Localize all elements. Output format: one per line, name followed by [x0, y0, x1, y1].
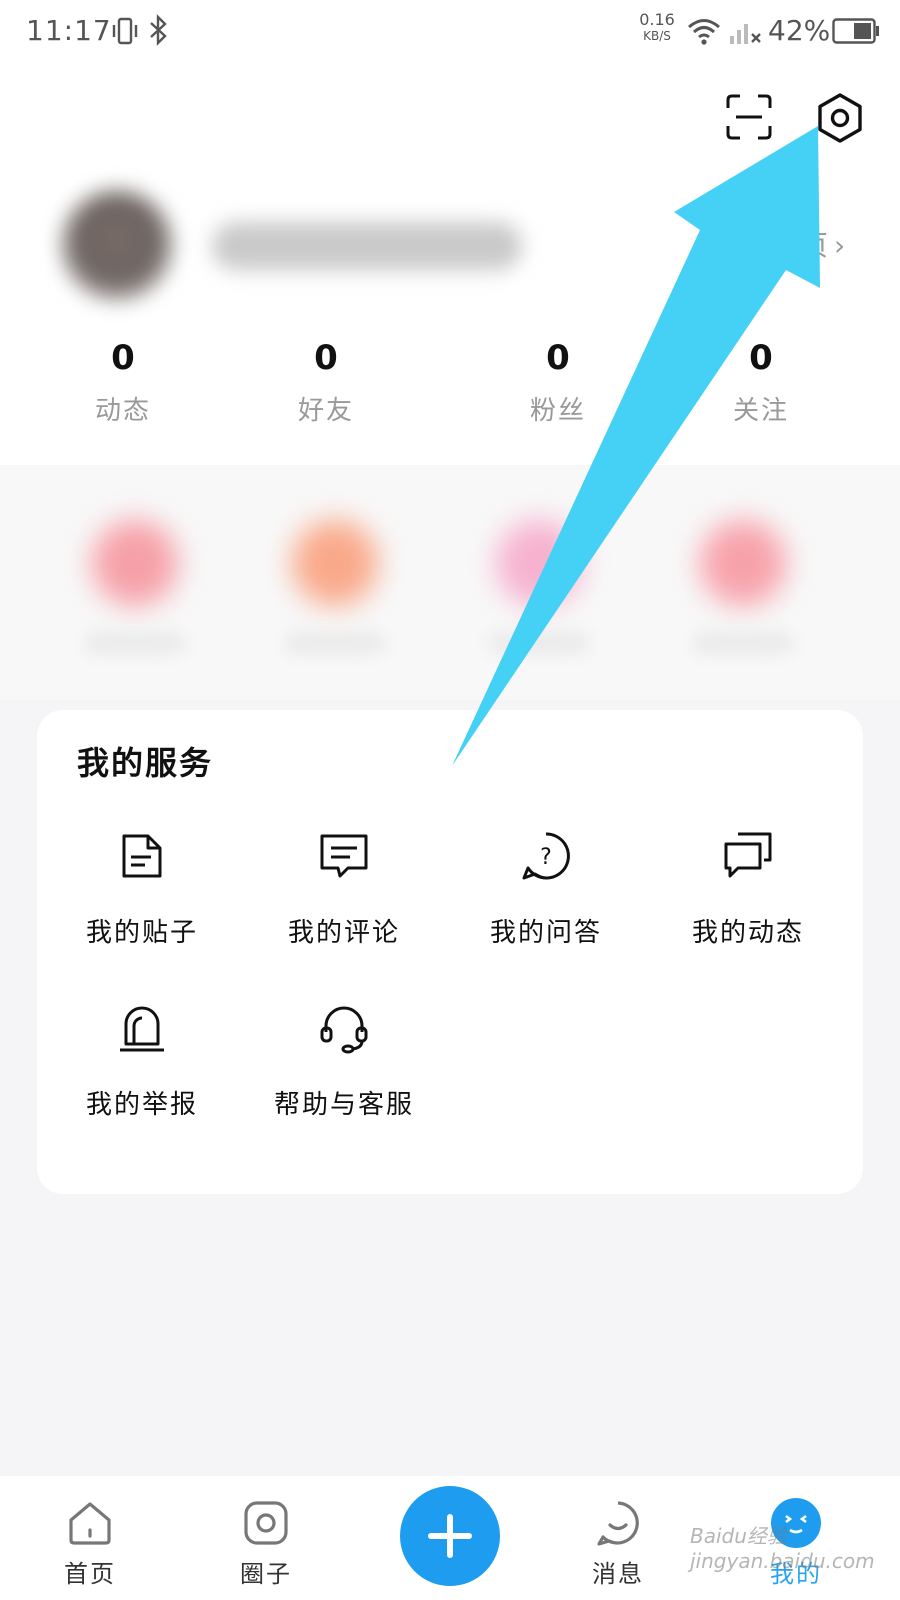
shortcut-label-blurred [85, 633, 185, 653]
my-services-card: 我的服务 我的贴子 我的评论 ? 我的问答 我的动态 我的举报 帮助与客服 [37, 710, 863, 1194]
stat-fans[interactable]: 0 粉丝 [488, 338, 628, 427]
service-label: 帮助与客服 [273, 1090, 414, 1120]
headset-icon [320, 1006, 368, 1054]
document-icon [122, 834, 162, 878]
message-icon [597, 1501, 639, 1546]
shortcut-label-blurred [285, 633, 385, 653]
service-label: 我的评论 [287, 918, 400, 948]
home-icon [69, 1502, 111, 1545]
homepage-link[interactable]: 页 › [800, 224, 845, 264]
stat-label: 关注 [732, 396, 789, 426]
alarm-report-icon [120, 1006, 164, 1052]
nav-circle[interactable]: 圈子 [216, 1498, 316, 1589]
shortcut-label-blurred [489, 633, 589, 653]
shortcut-label-blurred [693, 633, 793, 653]
shortcut-icon[interactable] [700, 520, 786, 606]
stat-label: 好友 [297, 396, 354, 426]
service-my-posts[interactable]: 我的贴子 [47, 830, 237, 949]
shortcut-icon[interactable] [496, 520, 582, 606]
settings-button[interactable] [812, 90, 868, 146]
chat-bubbles-icon [724, 832, 772, 878]
stat-value: 0 [546, 338, 570, 378]
nav-home[interactable]: 首页 [40, 1498, 140, 1589]
service-label: 我的问答 [489, 918, 602, 948]
svg-text:?: ? [540, 845, 552, 870]
service-my-comments[interactable]: 我的评论 [249, 830, 439, 949]
services-title: 我的服务 [77, 744, 214, 782]
service-label: 我的贴子 [85, 918, 198, 948]
nav-label: 首页 [64, 1560, 116, 1588]
stat-label: 粉丝 [529, 396, 586, 426]
shortcut-icon[interactable] [92, 520, 178, 606]
plus-icon [428, 1514, 472, 1558]
username-blurred [212, 222, 522, 270]
circle-icon [244, 1501, 288, 1545]
battery-icon [832, 18, 879, 44]
bluetooth-icon [150, 14, 167, 46]
watermark: Baidu经验 jingyan.baidu.com [690, 1524, 875, 1573]
status-bar: 11:17 0.16 KB/S 42% [0, 0, 900, 64]
battery-percent: 42% [768, 14, 831, 47]
comment-icon [320, 834, 368, 878]
add-post-button[interactable] [400, 1486, 500, 1586]
stat-friends[interactable]: 0 好友 [256, 338, 396, 427]
profile-stats: 0 动态 0 好友 0 粉丝 0 关注 [0, 338, 900, 438]
scan-button[interactable] [724, 92, 774, 142]
service-label: 我的动态 [691, 918, 804, 948]
shortcut-icon[interactable] [292, 520, 378, 606]
cellular-signal-icon [730, 24, 761, 44]
question-icon: ? [522, 832, 570, 880]
status-time: 11:17 [26, 14, 112, 47]
nav-label: 消息 [592, 1560, 644, 1588]
stat-label: 动态 [94, 396, 151, 426]
wifi-icon [688, 19, 720, 45]
vibrate-icon [112, 17, 138, 45]
nav-label: 圈子 [240, 1560, 292, 1588]
stat-posts[interactable]: 0 动态 [53, 338, 193, 427]
service-label: 我的举报 [85, 1090, 198, 1120]
stat-value: 0 [749, 338, 773, 378]
service-help-support[interactable]: 帮助与客服 [249, 1002, 439, 1121]
stat-value: 0 [111, 338, 135, 378]
network-speed: 0.16 KB/S [639, 10, 675, 44]
avatar[interactable] [62, 190, 172, 300]
chevron-right-icon: › [834, 229, 846, 262]
service-my-activity[interactable]: 我的动态 [653, 830, 843, 949]
nav-messages[interactable]: 消息 [568, 1498, 668, 1589]
stat-value: 0 [314, 338, 338, 378]
stat-following[interactable]: 0 关注 [691, 338, 831, 427]
service-my-reports[interactable]: 我的举报 [47, 1002, 237, 1121]
service-my-qa[interactable]: ? 我的问答 [451, 830, 641, 949]
homepage-link-label: 页 [800, 229, 829, 262]
quick-shortcuts-blurred [0, 465, 900, 700]
